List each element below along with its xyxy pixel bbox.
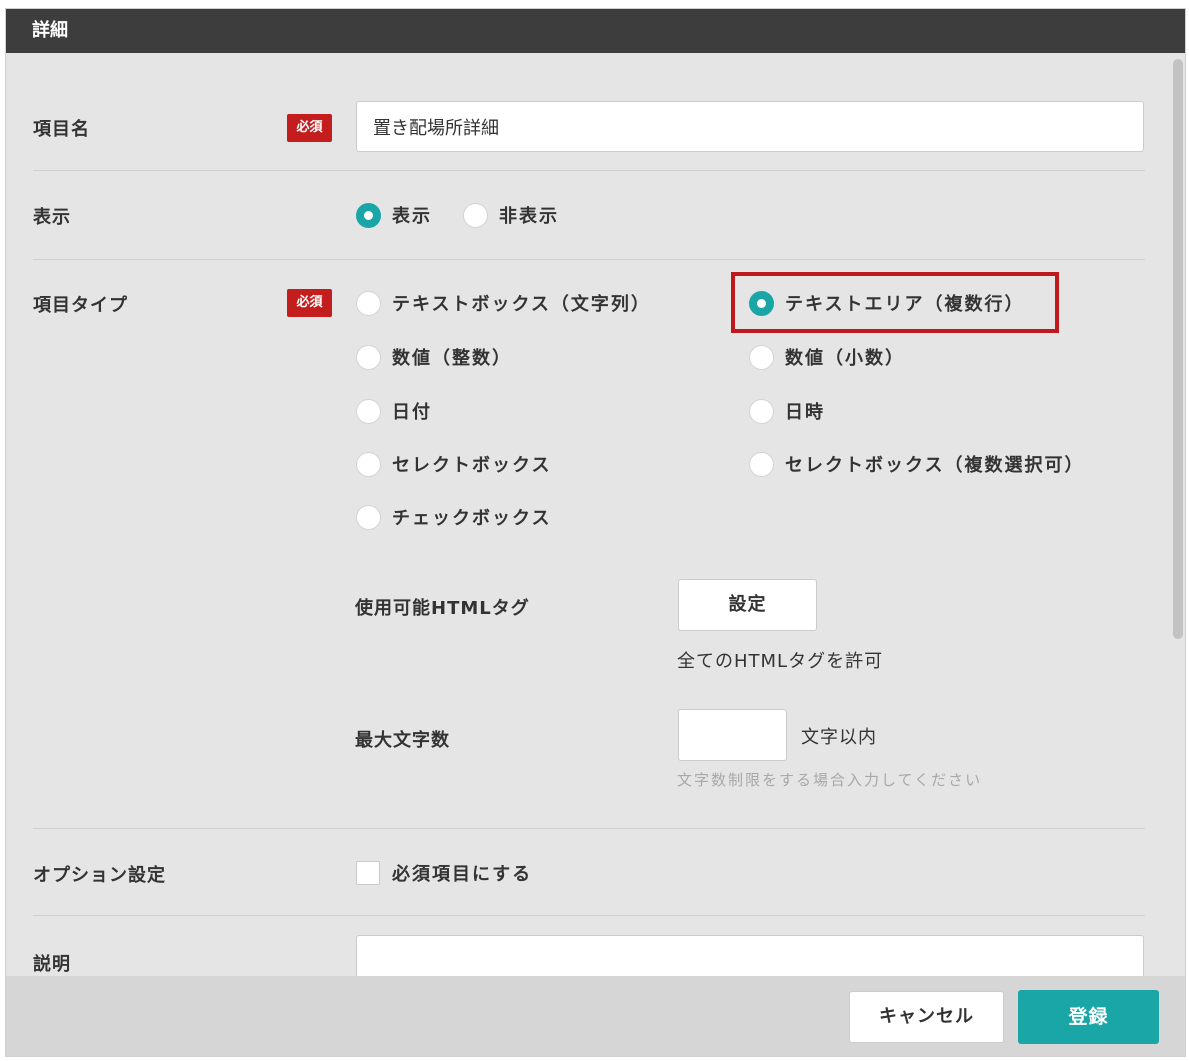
radio-circle [356,451,381,477]
radio-type-decimal[interactable]: 数値（小数） [749,343,905,371]
radio-label: 数値（整数） [392,348,512,369]
radio-label: 非表示 [499,206,559,227]
radio-circle [749,451,774,477]
display-label: 表示 [33,207,71,228]
radio-label: 数値（小数） [785,348,905,369]
radio-label: 表示 [392,206,432,227]
divider [33,915,1145,916]
radio-circle [463,202,488,228]
radio-type-textarea[interactable]: テキストエリア（複数行） [749,289,1024,317]
radio-type-multiselect[interactable]: セレクトボックス（複数選択可） [749,450,1084,478]
required-item-checkbox[interactable] [356,861,380,885]
radio-label: セレクトボックス（複数選択可） [785,455,1085,476]
radio-label: 日時 [785,402,825,423]
scrollbar-thumb[interactable] [1173,59,1183,639]
radio-type-checkbox[interactable]: チェックボックス [356,503,551,531]
option-setting-label: オプション設定 [33,865,166,886]
radio-type-datetime[interactable]: 日時 [749,397,825,425]
divider [33,259,1145,260]
radio-type-textbox[interactable]: テキストボックス（文字列） [356,289,651,317]
radio-label: 日付 [392,402,432,423]
radio-label: チェックボックス [392,508,552,529]
radio-circle [356,344,381,370]
radio-type-select[interactable]: セレクトボックス [356,450,551,478]
radio-display-hide[interactable]: 非表示 [463,201,559,229]
divider [33,828,1145,829]
item-name-input[interactable] [356,101,1144,152]
required-item-checkbox-label[interactable]: 必須項目にする [392,860,532,886]
scrollbar[interactable] [1173,59,1183,974]
html-tags-settings-button[interactable]: 設定 [678,579,817,631]
submit-button[interactable]: 登録 [1018,990,1159,1044]
radio-display-show[interactable]: 表示 [356,201,432,229]
radio-circle [356,202,381,228]
description-input[interactable] [356,935,1144,976]
required-badge: 必須 [287,289,332,317]
divider [33,170,1145,171]
radio-label: テキストボックス（文字列） [392,294,651,315]
radio-type-date[interactable]: 日付 [356,397,432,425]
radio-type-integer[interactable]: 数値（整数） [356,343,512,371]
max-chars-suffix: 文字以内 [801,727,877,748]
radio-circle [749,344,774,370]
item-type-label: 項目タイプ [33,295,128,316]
html-tags-status: 全てのHTMLタグを許可 [677,651,884,672]
max-chars-input[interactable] [678,709,787,761]
description-label: 説明 [33,954,71,975]
max-chars-label: 最大文字数 [355,730,450,751]
radio-circle [749,398,774,424]
required-badge: 必須 [287,114,332,142]
radio-circle [749,290,774,316]
item-name-label: 項目名 [33,119,90,140]
dialog-footer: キャンセル 登録 [6,976,1185,1056]
dialog-title: 詳細 [6,9,1185,53]
radio-circle [356,290,381,316]
detail-dialog: 詳細 項目名 必須 表示 表示 非表示 項目タイプ 必須 テキストボックス（文字… [5,8,1186,1057]
dialog-body: 項目名 必須 表示 表示 非表示 項目タイプ 必須 テキストボックス（文字列） … [6,53,1185,976]
radio-circle [356,398,381,424]
cancel-button[interactable]: キャンセル [849,991,1004,1043]
radio-label: テキストエリア（複数行） [785,294,1025,315]
radio-circle [356,504,381,530]
html-tags-label: 使用可能HTMLタグ [355,598,530,619]
max-chars-hint: 文字数制限をする場合入力してください [677,771,983,789]
radio-label: セレクトボックス [392,455,552,476]
